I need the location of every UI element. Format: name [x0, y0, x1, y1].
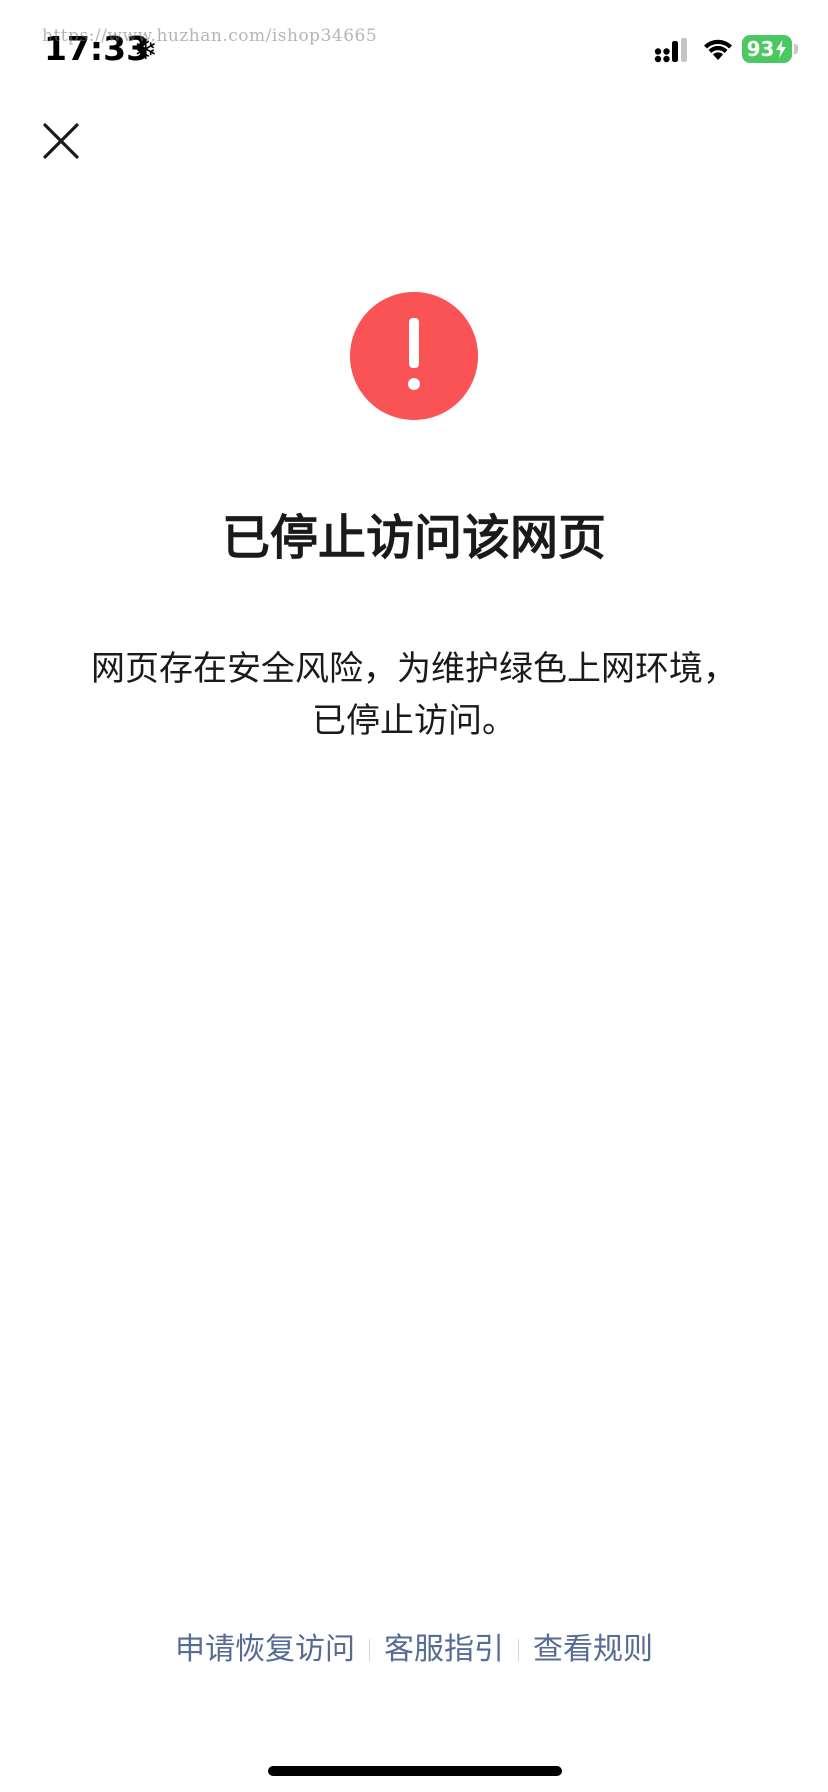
wifi-icon: [704, 39, 732, 60]
customer-service-guide-link[interactable]: 客服指引: [372, 1628, 516, 1672]
charging-bolt-icon: [776, 40, 787, 58]
request-restore-access-link[interactable]: 申请恢复访问: [163, 1628, 367, 1672]
blocked-page-screen: https://www.huzhan.com/ishop34665 17:33 …: [0, 0, 828, 1792]
footer-divider: [369, 1639, 370, 1661]
exclamation-circle-icon: [350, 292, 478, 420]
footer-divider: [518, 1639, 519, 1661]
cellular-signal-icon: [654, 38, 687, 63]
watermark-text: https://www.huzhan.com/ishop34665: [42, 26, 378, 46]
home-indicator[interactable]: [268, 1766, 562, 1776]
battery-tip: [794, 44, 798, 54]
battery-level: 93: [746, 37, 775, 61]
close-button[interactable]: [36, 116, 86, 166]
status-bar: 17:33 ❄ 93: [0, 0, 828, 100]
view-rules-link[interactable]: 查看规则: [521, 1628, 665, 1672]
page-title: 已停止访问该网页: [221, 510, 606, 566]
warning-message: 网页存在安全风险，为维护绿色上网环境，已停止访问。: [91, 649, 737, 741]
footer-links: 申请恢复访问 客服指引 查看规则: [0, 1628, 828, 1672]
close-icon: [43, 123, 79, 159]
battery-indicator: 93: [742, 35, 792, 63]
